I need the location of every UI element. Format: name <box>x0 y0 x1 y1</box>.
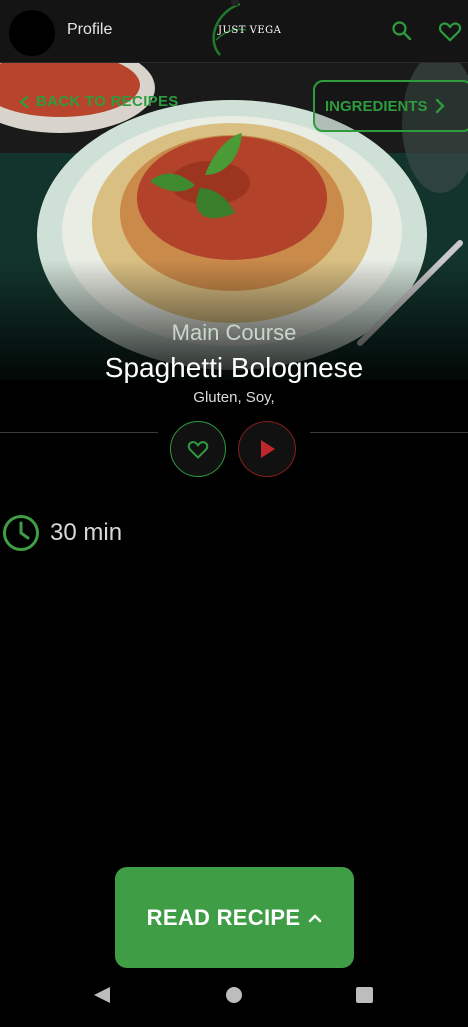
favorites-button[interactable] <box>437 18 463 44</box>
recipe-category: Main Course <box>171 320 297 345</box>
cook-time: 30 min <box>2 514 122 552</box>
chevron-up-icon <box>309 913 322 922</box>
favorite-button[interactable] <box>170 421 226 477</box>
recipe-allergens: Gluten, Soy, <box>193 389 275 406</box>
profile-label[interactable]: Profile <box>67 21 112 39</box>
app-logo: JUST VEGA <box>196 0 288 58</box>
nav-back-icon[interactable] <box>92 985 112 1005</box>
clock-icon <box>3 515 39 551</box>
divider-right <box>310 432 468 433</box>
search-icon <box>392 21 412 41</box>
back-to-recipes-link[interactable]: BACK TO RECIPES <box>18 93 179 110</box>
nav-recents-button[interactable] <box>356 987 373 1003</box>
read-recipe-label: READ RECIPE <box>146 904 301 930</box>
logo-text: JUST VEGA <box>218 25 282 36</box>
heart-icon <box>187 441 209 459</box>
divider-left <box>0 432 158 433</box>
ingredients-label: INGREDIENTS <box>325 97 428 115</box>
back-to-recipes-label: BACK TO RECIPES <box>36 93 179 110</box>
heart-icon <box>438 22 462 42</box>
chevron-left-icon <box>19 95 29 108</box>
nav-home-button[interactable] <box>226 987 242 1003</box>
chevron-right-icon <box>435 98 445 114</box>
cook-time-value: 30 min <box>50 519 123 546</box>
avatar[interactable] <box>9 10 55 56</box>
play-icon <box>261 440 275 458</box>
play-video-button[interactable] <box>238 421 296 477</box>
ingredients-button[interactable]: INGREDIENTS <box>313 80 468 132</box>
read-recipe-button[interactable]: READ RECIPE <box>115 867 354 968</box>
search-button[interactable] <box>389 18 415 44</box>
recipe-title: Spaghetti Bolognese <box>104 352 364 383</box>
app-bar: Profile JUST VEGA <box>0 0 468 63</box>
